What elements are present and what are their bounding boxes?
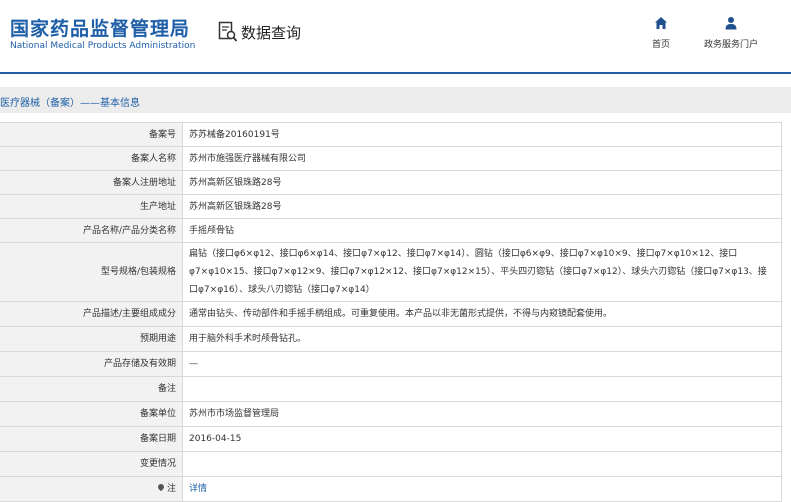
- field-label: 预期用途: [0, 326, 183, 352]
- field-label: 备案日期: [0, 426, 183, 452]
- table-row: 变更情况: [0, 451, 782, 477]
- table-row: 生产地址 苏州高新区银珠路28号: [0, 194, 782, 219]
- field-value: —: [182, 351, 782, 377]
- table-row: 备注: [0, 376, 782, 402]
- field-label: 备注: [0, 376, 183, 402]
- field-label: 备案号: [0, 122, 183, 147]
- table-row: 型号规格/包装规格 扁钻（接口φ6×φ12、接口φ6×φ14、接口φ7×φ12、…: [0, 242, 782, 302]
- field-value: 2016-04-15: [182, 426, 782, 452]
- data-query-link[interactable]: 数据查询: [218, 20, 301, 44]
- field-value: 苏州市施强医疗器械有限公司: [182, 146, 782, 171]
- site-logo-title[interactable]: 国家药品监督管理局: [10, 14, 190, 41]
- field-label: 备案单位: [0, 401, 183, 427]
- data-query-label: 数据查询: [241, 23, 302, 42]
- field-value: 苏州高新区银珠路28号: [182, 194, 782, 219]
- pin-icon: [156, 482, 166, 492]
- field-value: 苏苏械备20160191号: [182, 122, 782, 147]
- field-label: 备案人名称: [0, 146, 183, 171]
- field-value: 详情: [182, 476, 782, 502]
- table-row: 备案人注册地址 苏州高新区银珠路28号: [0, 170, 782, 195]
- site-logo-subtitle: National Medical Products Administration: [10, 41, 196, 51]
- nav-home[interactable]: 首页: [652, 16, 670, 50]
- field-value: 手摇颅骨钻: [182, 218, 782, 243]
- record-detail-table: 备案号 苏苏械备20160191号 备案人名称 苏州市施强医疗器械有限公司 备案…: [0, 122, 782, 502]
- table-row: 备案人名称 苏州市施强医疗器械有限公司: [0, 146, 782, 171]
- field-label: 变更情况: [0, 451, 183, 477]
- field-label: 产品存储及有效期: [0, 351, 183, 377]
- field-value: [182, 451, 782, 477]
- field-value: 通常由钻头、传动部件和手摇手柄组成。可重复使用。本产品以非无菌形式提供，不得与内…: [182, 301, 782, 327]
- home-icon: [655, 17, 667, 29]
- field-label: 生产地址: [0, 194, 183, 219]
- field-label: 备案人注册地址: [0, 170, 183, 195]
- header-divider: [0, 72, 791, 74]
- section-header: 医疗器械（备案）——基本信息: [0, 87, 791, 113]
- section-title: 医疗器械（备案）——基本信息: [0, 98, 140, 109]
- field-value: 扁钻（接口φ6×φ12、接口φ6×φ14、接口φ7×φ12、接口φ7×φ14）、…: [182, 242, 782, 302]
- field-value: 苏州市市场监督管理局: [182, 401, 782, 427]
- field-label: 型号规格/包装规格: [0, 242, 183, 302]
- field-value: 苏州高新区银珠路28号: [182, 170, 782, 195]
- user-icon: [725, 17, 737, 30]
- nav-service-label: 政务服务门户: [704, 40, 759, 50]
- table-row: 预期用途 用于脑外科手术时颅骨钻孔。: [0, 326, 782, 352]
- table-row: 产品存储及有效期 —: [0, 351, 782, 377]
- nav-home-label: 首页: [652, 40, 671, 50]
- table-row: 产品名称/产品分类名称 手摇颅骨钻: [0, 218, 782, 243]
- table-row: 产品描述/主要组成成分 通常由钻头、传动部件和手摇手柄组成。可重复使用。本产品以…: [0, 301, 782, 327]
- field-value: [182, 376, 782, 402]
- table-row: 备案日期 2016-04-15: [0, 426, 782, 452]
- note-label-cell: 注: [0, 476, 183, 502]
- details-link[interactable]: 详情: [189, 484, 207, 494]
- table-row: 备案号 苏苏械备20160191号: [0, 122, 782, 147]
- table-row: 备案单位 苏州市市场监督管理局: [0, 401, 782, 427]
- document-search-icon: [218, 21, 238, 42]
- field-label: 产品名称/产品分类名称: [0, 218, 183, 243]
- field-label: 产品描述/主要组成成分: [0, 301, 183, 327]
- site-header: 国家药品监督管理局 National Medical Products Admi…: [0, 0, 791, 72]
- table-row: 注 详情: [0, 476, 782, 502]
- nav-service-portal[interactable]: 政务服务门户: [704, 16, 758, 50]
- field-label: 注: [166, 484, 176, 494]
- field-value: 用于脑外科手术时颅骨钻孔。: [182, 326, 782, 352]
